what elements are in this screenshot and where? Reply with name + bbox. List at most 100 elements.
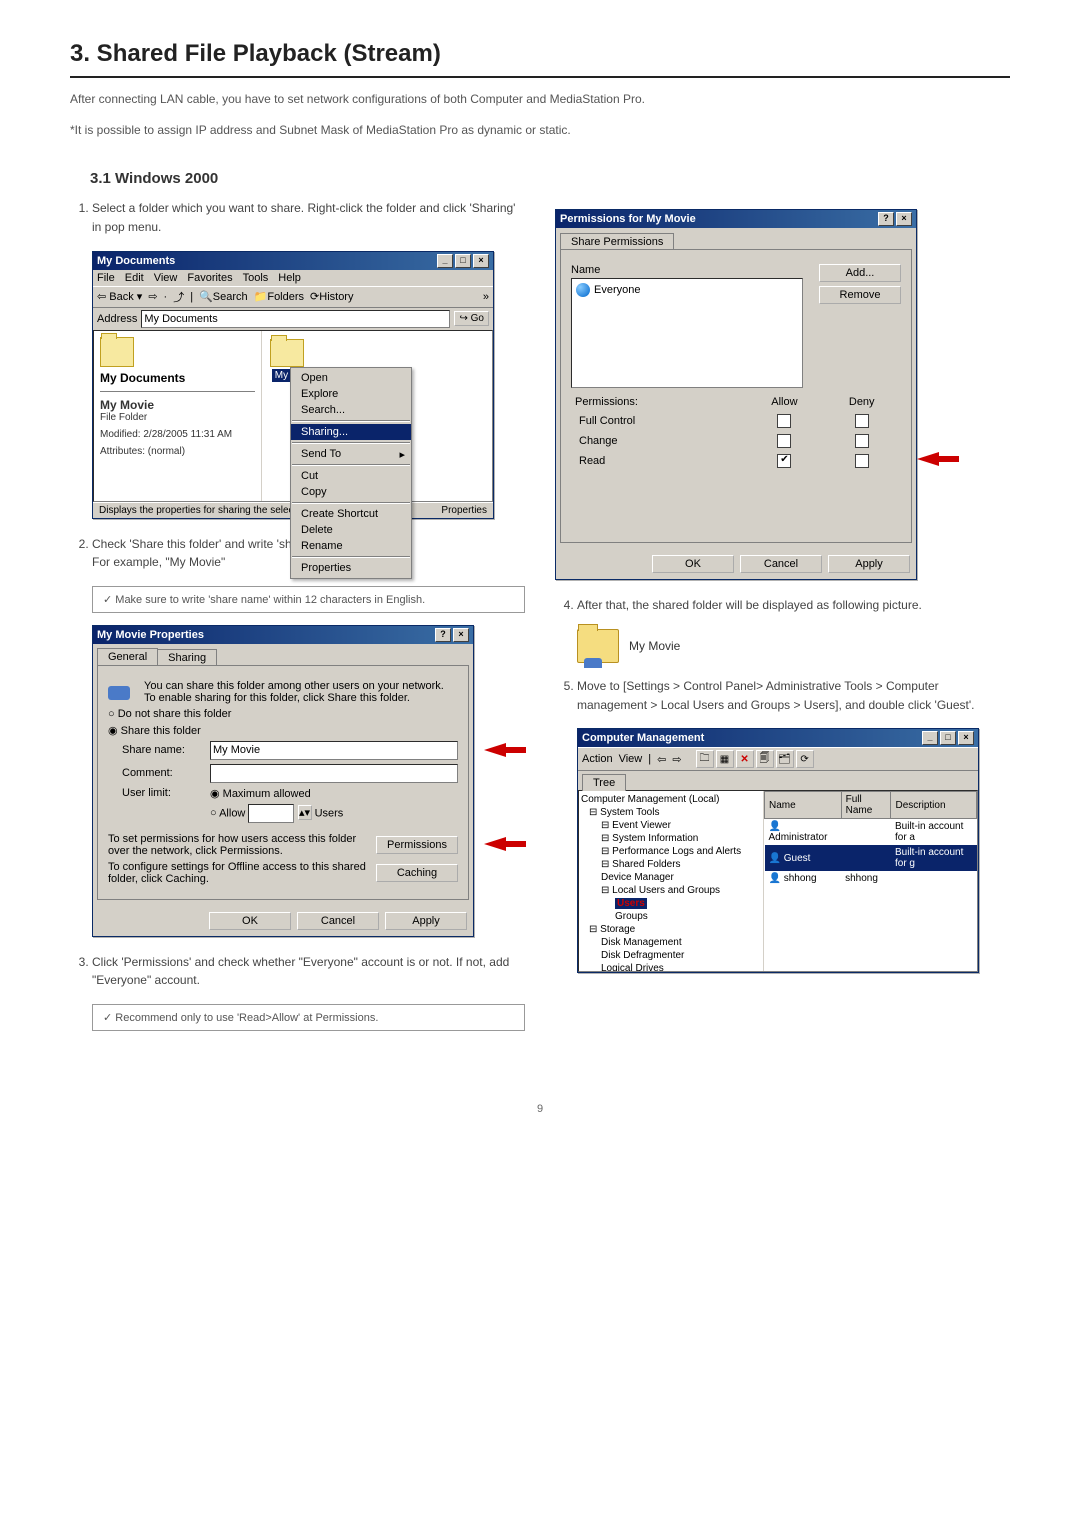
ctx-create-shortcut[interactable]: Create Shortcut <box>291 506 411 522</box>
step-1: Select a folder which you want to share.… <box>92 199 525 236</box>
close-icon[interactable]: × <box>453 628 469 642</box>
table-row[interactable]: 👤 Administrator Built-in account for a <box>765 819 977 846</box>
ctx-rename[interactable]: Rename <box>291 538 411 554</box>
tab-sharing[interactable]: Sharing <box>157 649 217 666</box>
menu-help[interactable]: Help <box>278 272 301 284</box>
ctx-cut[interactable]: Cut <box>291 468 411 484</box>
allow-full-checkbox[interactable] <box>777 414 791 428</box>
apply-button[interactable]: Apply <box>385 912 467 930</box>
share-name-input[interactable] <box>210 741 458 760</box>
table-row-guest[interactable]: 👤 Guest Built-in account for g <box>765 845 977 871</box>
shared-folder-result: My Movie <box>577 629 1010 663</box>
menu-edit[interactable]: Edit <box>125 272 144 284</box>
menu-action[interactable]: Action <box>582 753 613 765</box>
ctx-open[interactable]: Open <box>291 370 411 386</box>
apply-button[interactable]: Apply <box>828 555 910 573</box>
user-list[interactable]: Name Full Name Description 👤 Administrat… <box>764 791 977 971</box>
close-icon[interactable]: × <box>896 212 912 226</box>
share-name-label: Share name: <box>122 744 202 756</box>
spinner-icon[interactable]: ▴▾ <box>298 805 312 820</box>
globe-icon <box>576 283 590 297</box>
tree-view[interactable]: Computer Management (Local) System Tools… <box>579 791 764 971</box>
minimize-icon[interactable]: _ <box>437 254 453 268</box>
ctx-sharing[interactable]: Sharing... <box>291 424 411 440</box>
allow-read-checkbox[interactable] <box>777 454 791 468</box>
explorer-menubar[interactable]: File Edit View Favorites Tools Help <box>93 270 493 286</box>
principal-list[interactable]: Everyone <box>571 278 803 388</box>
ctx-explore[interactable]: Explore <box>291 386 411 402</box>
menu-file[interactable]: File <box>97 272 115 284</box>
tb-icon[interactable]: 🗀 <box>696 750 714 768</box>
menu-favorites[interactable]: Favorites <box>187 272 232 284</box>
permissions-dialog: Permissions for My Movie ? × Share Permi… <box>555 209 917 580</box>
table-row[interactable]: 👤 shhong shhong <box>765 871 977 886</box>
tb-icon[interactable]: 🗐 <box>756 750 774 768</box>
history-button[interactable]: ⟳History <box>310 290 353 303</box>
ctx-sendto[interactable]: Send To <box>291 446 411 462</box>
allow-count-input[interactable] <box>248 804 294 823</box>
forward-button[interactable]: ⇨ <box>148 290 157 303</box>
step-5: Move to [Settings > Control Panel> Admin… <box>577 677 1010 714</box>
back-icon[interactable]: ⇦ <box>657 753 666 766</box>
tab-general[interactable]: General <box>97 648 158 665</box>
opt-no-share[interactable]: Do not share this folder <box>108 708 231 720</box>
help-icon[interactable]: ? <box>435 628 451 642</box>
menu-tools[interactable]: Tools <box>243 272 269 284</box>
maximize-icon[interactable]: □ <box>455 254 471 268</box>
note-step3: Recommend only to use 'Read>Allow' at Pe… <box>92 1004 525 1031</box>
ctx-properties[interactable]: Properties <box>291 560 411 576</box>
col-description[interactable]: Description <box>891 792 977 819</box>
folders-button[interactable]: 📁Folders <box>254 290 304 303</box>
tb-icon[interactable]: ▦ <box>716 750 734 768</box>
properties-dialog: My Movie Properties ? × General Sharing … <box>92 625 474 937</box>
maximize-icon[interactable]: □ <box>940 731 956 745</box>
col-name[interactable]: Name <box>765 792 842 819</box>
address-input[interactable] <box>141 310 450 328</box>
allow-change-checkbox[interactable] <box>777 434 791 448</box>
close-icon[interactable]: × <box>473 254 489 268</box>
deny-change-checkbox[interactable] <box>855 434 869 448</box>
opt-allow-n[interactable]: Allow <box>210 807 245 819</box>
deny-read-checkbox[interactable] <box>855 454 869 468</box>
back-button[interactable]: ⇦ Back ▾ <box>97 290 142 303</box>
delete-icon[interactable]: ✕ <box>736 750 754 768</box>
perm-row-change: Change <box>573 432 744 450</box>
tree-users-selected[interactable]: Users <box>615 898 647 909</box>
menu-view[interactable]: View <box>154 272 178 284</box>
menu-view[interactable]: View <box>619 753 643 765</box>
remove-button[interactable]: Remove <box>819 286 901 304</box>
page-heading: 3. Shared File Playback (Stream) <box>70 40 1010 78</box>
opt-max-allowed[interactable]: Maximum allowed <box>210 788 311 800</box>
cancel-button[interactable]: Cancel <box>297 912 379 930</box>
search-button[interactable]: 🔍Search <box>199 290 248 303</box>
go-button[interactable]: ↪ Go <box>454 311 489 326</box>
comment-input[interactable] <box>210 764 458 783</box>
tb-icon[interactable]: 🗂 <box>776 750 794 768</box>
ok-button[interactable]: OK <box>209 912 291 930</box>
help-icon[interactable]: ? <box>878 212 894 226</box>
deny-full-checkbox[interactable] <box>855 414 869 428</box>
address-label: Address <box>97 313 137 325</box>
perm-title: Permissions for My Movie <box>560 213 696 225</box>
ctx-search[interactable]: Search... <box>291 402 411 418</box>
selected-type: File Folder <box>100 412 255 423</box>
folder-glyph-icon <box>270 339 304 367</box>
note-step2: Make sure to write 'share name' within 1… <box>92 586 525 613</box>
col-fullname[interactable]: Full Name <box>841 792 891 819</box>
minimize-icon[interactable]: _ <box>922 731 938 745</box>
ctx-delete[interactable]: Delete <box>291 522 411 538</box>
permissions-button[interactable]: Permissions <box>376 836 458 854</box>
refresh-icon[interactable]: ⟳ <box>796 750 814 768</box>
ctx-copy[interactable]: Copy <box>291 484 411 500</box>
close-icon[interactable]: × <box>958 731 974 745</box>
list-item[interactable]: Everyone <box>576 283 798 297</box>
forward-icon[interactable]: ⇨ <box>672 753 681 766</box>
ok-button[interactable]: OK <box>652 555 734 573</box>
tab-tree[interactable]: Tree <box>582 774 626 791</box>
tab-share-permissions[interactable]: Share Permissions <box>560 233 674 250</box>
add-button[interactable]: Add... <box>819 264 901 282</box>
opt-share[interactable]: Share this folder <box>108 724 201 737</box>
cancel-button[interactable]: Cancel <box>740 555 822 573</box>
caching-button[interactable]: Caching <box>376 864 458 882</box>
up-button[interactable]: ⤴ <box>173 289 184 305</box>
